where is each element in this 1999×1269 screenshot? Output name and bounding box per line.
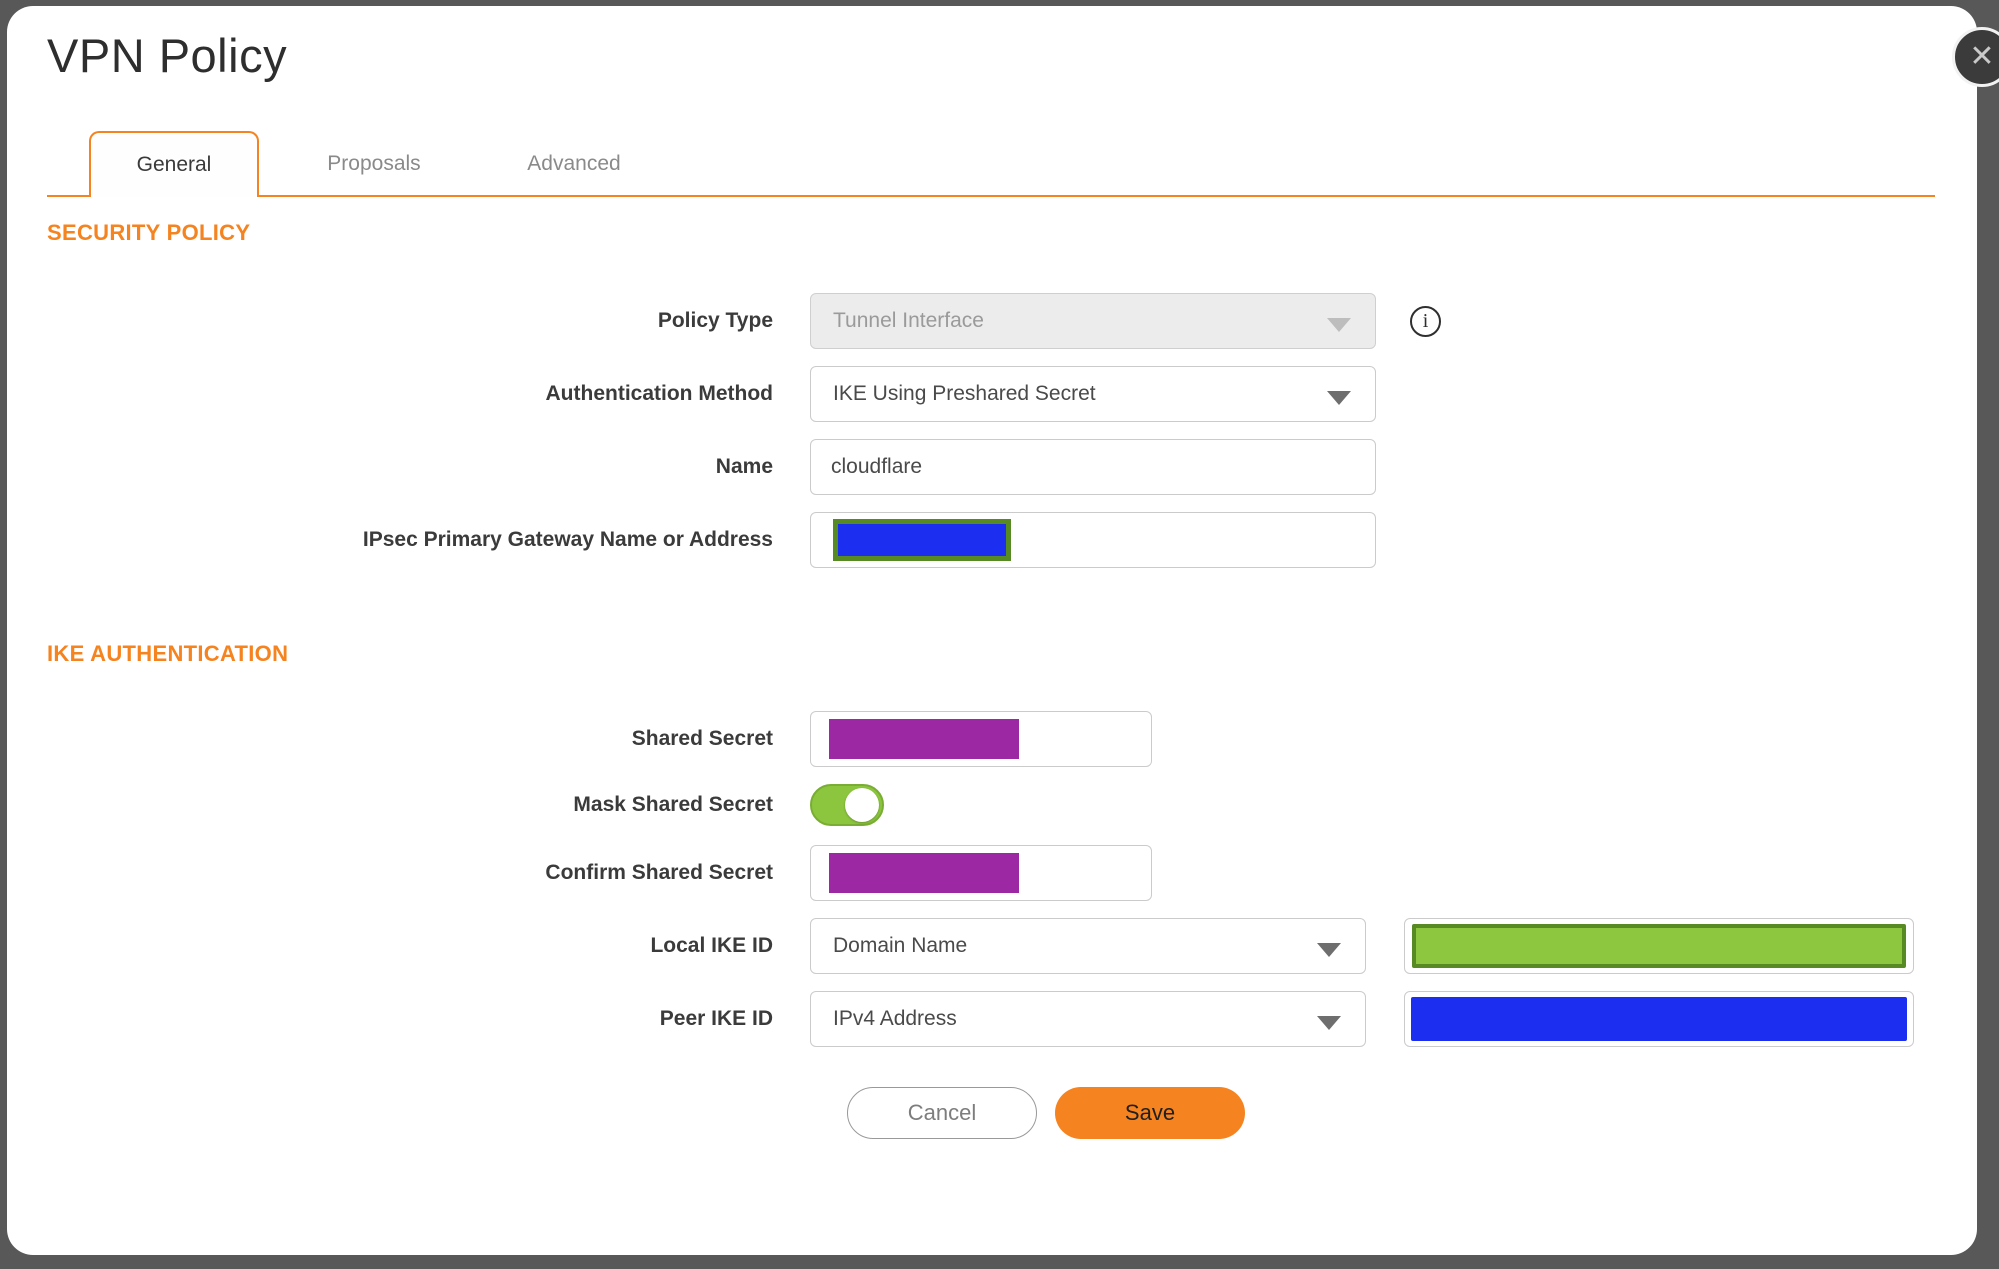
gateway-row: IPsec Primary Gateway Name or Address <box>47 512 1977 568</box>
peer-ike-id-label: Peer IKE ID <box>659 1007 773 1030</box>
ike-authentication-heading: IKE AUTHENTICATION <box>47 641 289 666</box>
peer-ike-id-selected: IPv4 Address <box>833 1007 957 1030</box>
policy-type-value: Tunnel Interface <box>833 309 984 332</box>
confirm-shared-secret-label: Confirm Shared Secret <box>545 861 773 884</box>
gateway-input[interactable] <box>810 512 1376 568</box>
peer-ike-id-row: Peer IKE ID IPv4 Address <box>47 991 1977 1047</box>
tab-proposals[interactable]: Proposals <box>289 133 459 195</box>
chevron-down-icon <box>1317 1016 1341 1030</box>
name-label: Name <box>715 455 773 478</box>
policy-type-row: Policy Type Tunnel Interface i <box>47 293 1977 349</box>
confirm-shared-secret-row: Confirm Shared Secret <box>47 845 1977 901</box>
mask-shared-secret-row: Mask Shared Secret <box>47 784 1977 826</box>
toggle-knob <box>845 788 879 822</box>
authentication-method-value: IKE Using Preshared Secret <box>833 382 1096 405</box>
tab-advanced[interactable]: Advanced <box>489 133 659 195</box>
local-ike-id-value-input[interactable] <box>1404 918 1914 974</box>
name-row: Name <box>47 439 1977 495</box>
page-backdrop: { "colors": { "accent": "#f5831f", "titl… <box>0 0 1999 1269</box>
shared-secret-redaction-block <box>829 719 1019 759</box>
confirm-shared-secret-input[interactable] <box>810 845 1152 901</box>
mask-shared-secret-label: Mask Shared Secret <box>573 793 773 816</box>
page-title: VPN Policy <box>47 29 288 82</box>
local-ike-id-select[interactable]: Domain Name <box>810 918 1366 974</box>
shared-secret-input[interactable] <box>810 711 1152 767</box>
name-field-wrap <box>810 439 1376 495</box>
security-policy-heading: SECURITY POLICY <box>47 220 251 245</box>
save-button[interactable]: Save <box>1055 1087 1245 1139</box>
authentication-method-label: Authentication Method <box>545 382 773 405</box>
gateway-redaction-block <box>833 519 1011 561</box>
policy-type-select: Tunnel Interface <box>810 293 1376 349</box>
chevron-down-icon <box>1327 318 1351 332</box>
peer-ike-id-select[interactable]: IPv4 Address <box>810 991 1366 1047</box>
chevron-down-icon <box>1327 391 1351 405</box>
confirm-shared-secret-redaction-block <box>829 853 1019 893</box>
local-ike-id-label: Local IKE ID <box>650 934 773 957</box>
info-icon[interactable]: i <box>1410 305 1441 337</box>
vpn-policy-dialog: VPN Policy General Proposals Advanced SE… <box>7 6 1977 1255</box>
cancel-button[interactable]: Cancel <box>847 1087 1037 1139</box>
policy-type-label: Policy Type <box>657 309 773 332</box>
peer-ike-id-redaction-block <box>1411 997 1907 1041</box>
chevron-down-icon <box>1317 943 1341 957</box>
gateway-label: IPsec Primary Gateway Name or Address <box>362 528 773 551</box>
close-icon: ✕ <box>1969 40 1995 73</box>
name-input[interactable] <box>811 440 1375 494</box>
dialog-footer: Cancel Save <box>847 1087 1977 1139</box>
authentication-method-select[interactable]: IKE Using Preshared Secret <box>810 366 1376 422</box>
authentication-method-row: Authentication Method IKE Using Preshare… <box>47 366 1977 422</box>
local-ike-id-redaction-block <box>1412 924 1906 968</box>
local-ike-id-row: Local IKE ID Domain Name <box>47 918 1977 974</box>
shared-secret-row: Shared Secret <box>47 711 1977 767</box>
tab-strip: General Proposals Advanced <box>47 131 1935 197</box>
peer-ike-id-value-input[interactable] <box>1404 991 1914 1047</box>
local-ike-id-selected: Domain Name <box>833 934 968 957</box>
shared-secret-label: Shared Secret <box>631 727 773 750</box>
tab-general[interactable]: General <box>89 131 259 197</box>
mask-shared-secret-toggle[interactable] <box>810 784 884 826</box>
